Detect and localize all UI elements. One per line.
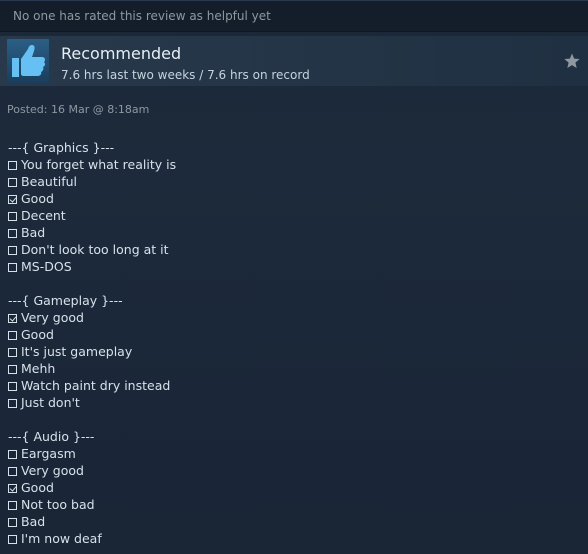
checklist-label: MS-DOS bbox=[21, 259, 72, 274]
unchecked-box-icon bbox=[8, 229, 17, 238]
checklist-label: Very good bbox=[21, 463, 84, 478]
checklist-item: Decent bbox=[8, 207, 176, 224]
checklist-label: I'm now deaf bbox=[21, 531, 102, 546]
unchecked-box-icon bbox=[8, 365, 17, 374]
checklist-item: I'm now deaf bbox=[8, 530, 176, 547]
checklist-item: Just don't bbox=[8, 394, 176, 411]
unchecked-box-icon bbox=[8, 535, 17, 544]
checked-box-icon bbox=[8, 314, 17, 323]
checklist-item: Don't look too long at it bbox=[8, 241, 176, 258]
hours-played: 7.6 hrs last two weeks / 7.6 hrs on reco… bbox=[61, 68, 310, 82]
unchecked-box-icon bbox=[8, 348, 17, 357]
unchecked-box-icon bbox=[8, 382, 17, 391]
checklist-item: Bad bbox=[8, 224, 176, 241]
posted-date: Posted: 16 Mar @ 8:18am bbox=[7, 103, 150, 116]
unchecked-box-icon bbox=[8, 263, 17, 272]
checklist-item: Good bbox=[8, 190, 176, 207]
checklist-label: Beautiful bbox=[21, 174, 78, 189]
checklist-item: Beautiful bbox=[8, 173, 176, 190]
section-heading: ---{ Audio }--- bbox=[8, 429, 95, 444]
checklist-item: Good bbox=[8, 326, 176, 343]
review-verdict[interactable]: Recommended bbox=[61, 44, 181, 63]
review-body: ---{ Graphics }--- You forget what realit… bbox=[8, 139, 176, 547]
unchecked-box-icon bbox=[8, 161, 17, 170]
checklist-label: Good bbox=[21, 480, 54, 495]
checklist-label: Not too bad bbox=[21, 497, 95, 512]
checklist-label: Bad bbox=[21, 225, 46, 240]
checklist-label: Good bbox=[21, 191, 54, 206]
checklist-item: Not too bad bbox=[8, 496, 176, 513]
unchecked-box-icon bbox=[8, 467, 17, 476]
checklist-item: You forget what reality is bbox=[8, 156, 176, 173]
unchecked-box-icon bbox=[8, 501, 17, 510]
helpful-status-text: No one has rated this review as helpful … bbox=[13, 9, 271, 23]
checklist-item: Mehh bbox=[8, 360, 176, 377]
checklist-item: Eargasm bbox=[8, 445, 176, 462]
checklist-label: Very good bbox=[21, 310, 84, 325]
checklist-item: Good bbox=[8, 479, 176, 496]
checklist-label: It's just gameplay bbox=[21, 344, 133, 359]
review-header: Recommended 7.6 hrs last two weeks / 7.6… bbox=[0, 36, 588, 86]
section-heading: ---{ Gameplay }--- bbox=[8, 293, 123, 308]
checklist-label: Eargasm bbox=[21, 446, 76, 461]
thumbs-up-icon[interactable] bbox=[7, 39, 49, 83]
unchecked-box-icon bbox=[8, 399, 17, 408]
unchecked-box-icon bbox=[8, 518, 17, 527]
checklist-item: Watch paint dry instead bbox=[8, 377, 176, 394]
checklist-label: Just don't bbox=[21, 395, 80, 410]
checklist-item: Bad bbox=[8, 513, 176, 530]
checklist-label: Don't look too long at it bbox=[21, 242, 169, 257]
checklist-label: Good bbox=[21, 327, 54, 342]
checklist-label: Mehh bbox=[21, 361, 56, 376]
checklist-label: Watch paint dry instead bbox=[21, 378, 171, 393]
unchecked-box-icon bbox=[8, 246, 17, 255]
unchecked-box-icon bbox=[8, 212, 17, 221]
checked-box-icon bbox=[8, 195, 17, 204]
checklist-item: It's just gameplay bbox=[8, 343, 176, 360]
unchecked-box-icon bbox=[8, 331, 17, 340]
unchecked-box-icon bbox=[8, 178, 17, 187]
checklist-item: Very good bbox=[8, 462, 176, 479]
checklist-label: Bad bbox=[21, 514, 46, 529]
section-heading: ---{ Graphics }--- bbox=[8, 140, 115, 155]
star-icon[interactable] bbox=[563, 52, 581, 70]
unchecked-box-icon bbox=[8, 450, 17, 459]
helpful-status-bar: No one has rated this review as helpful … bbox=[0, 0, 588, 32]
checklist-item: Very good bbox=[8, 309, 176, 326]
checklist-item: MS-DOS bbox=[8, 258, 176, 275]
checklist-label: Decent bbox=[21, 208, 66, 223]
checklist-label: You forget what reality is bbox=[21, 157, 177, 172]
checked-box-icon bbox=[8, 484, 17, 493]
